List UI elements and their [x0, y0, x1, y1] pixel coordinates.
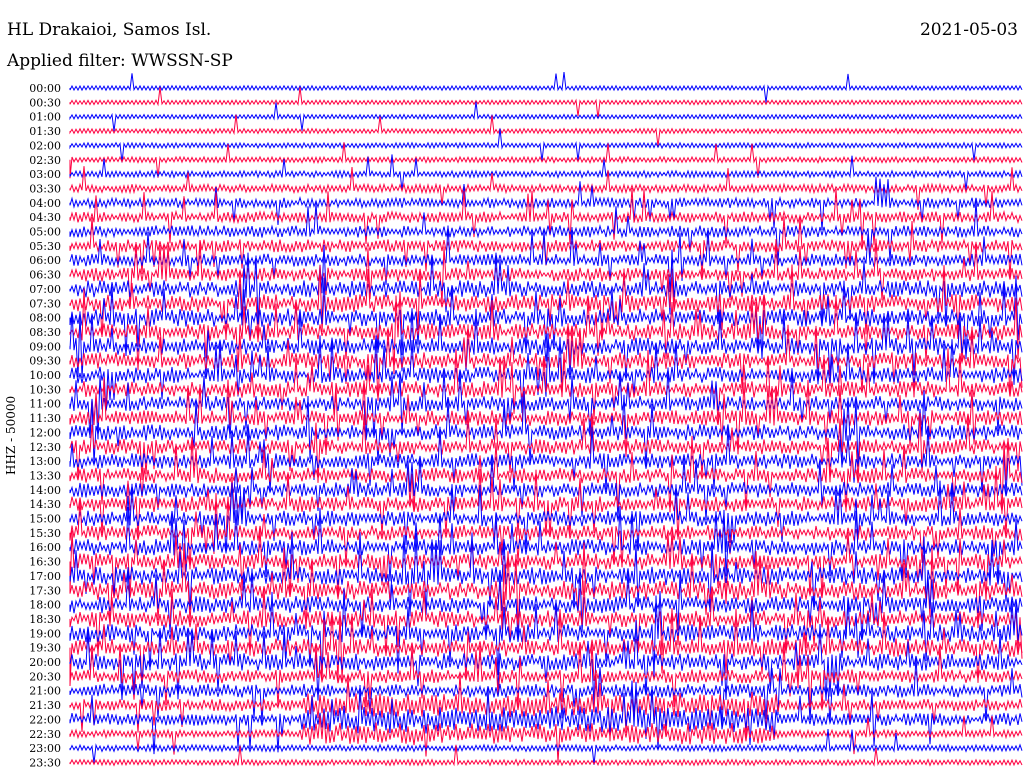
trace-line	[69, 187, 1023, 248]
tick-label: 23:30	[29, 756, 61, 769]
tick-label: 19:00	[29, 627, 61, 640]
tick-label: 06:00	[29, 254, 61, 267]
helicorder-plot: 00:0000:30 01:0001:3002:00 02:3003:0003:30…	[29, 72, 1023, 769]
tick-label: 04:00	[29, 197, 61, 210]
tick-label: 14:00	[29, 484, 61, 497]
tick-label: 05:30	[29, 240, 61, 253]
tick-label: 02:30	[29, 154, 61, 167]
tick-label: 01:00	[29, 111, 61, 124]
tick-label: 19:30	[29, 642, 61, 655]
tick-label: 13:30	[29, 469, 61, 482]
tick-label: 03:30	[29, 182, 61, 195]
tick-label: 17:00	[29, 570, 61, 583]
tick-label: 12:00	[29, 426, 61, 439]
trace-line	[69, 101, 1023, 132]
tick-label: 00:00	[29, 82, 61, 95]
tick-label: 06:30	[29, 269, 61, 282]
trace-line	[69, 176, 1023, 231]
tick-label: 15:00	[29, 513, 61, 526]
tick-label: 16:30	[29, 556, 61, 569]
tick-label: 20:30	[29, 670, 61, 683]
tick-label: 09:00	[29, 340, 61, 353]
tick-label: 10:00	[29, 369, 61, 382]
tick-label: 08:00	[29, 312, 61, 325]
tick-label: 07:00	[29, 283, 61, 296]
trace-line	[69, 87, 1023, 119]
tick-label: 17:30	[29, 584, 61, 597]
tick-label: 16:00	[29, 541, 61, 554]
trace-line	[69, 128, 1023, 163]
tick-label: 21:30	[29, 699, 61, 712]
traces-group	[69, 72, 1023, 767]
tick-label: 10:30	[29, 383, 61, 396]
tick-label: 03:00	[29, 168, 61, 181]
tick-label: 11:30	[29, 412, 61, 425]
trace-line	[69, 656, 1023, 726]
tick-label: 08:30	[29, 326, 61, 339]
tick-label: 05:00	[29, 226, 61, 239]
tick-label: 20:00	[29, 656, 61, 669]
trace-line	[69, 216, 1023, 278]
tick-label: 22:00	[29, 713, 61, 726]
tick-labels-group: 00:0000:30 01:0001:3002:00 02:3003:0003:30…	[29, 82, 61, 769]
tick-label: 01:30	[29, 125, 61, 138]
tick-label: 04:30	[29, 211, 61, 224]
tick-label: 18:00	[29, 599, 61, 612]
tick-label: 09:30	[29, 355, 61, 368]
tick-label: 15:30	[29, 527, 61, 540]
tick-label: 07:30	[29, 297, 61, 310]
tick-label: 22:30	[29, 728, 61, 741]
tick-label: 11:00	[29, 398, 61, 411]
trace-line	[69, 72, 1023, 103]
tick-label: 13:00	[29, 455, 61, 468]
tick-label: 02:00	[29, 139, 61, 152]
tick-label: 18:30	[29, 613, 61, 626]
trace-line	[69, 673, 1023, 742]
tick-label: 00:30	[29, 96, 61, 109]
tick-label: 12:30	[29, 441, 61, 454]
tick-label: 23:00	[29, 742, 61, 755]
tick-label: 21:00	[29, 685, 61, 698]
tick-label: 14:30	[29, 498, 61, 511]
trace-line	[69, 425, 1023, 495]
